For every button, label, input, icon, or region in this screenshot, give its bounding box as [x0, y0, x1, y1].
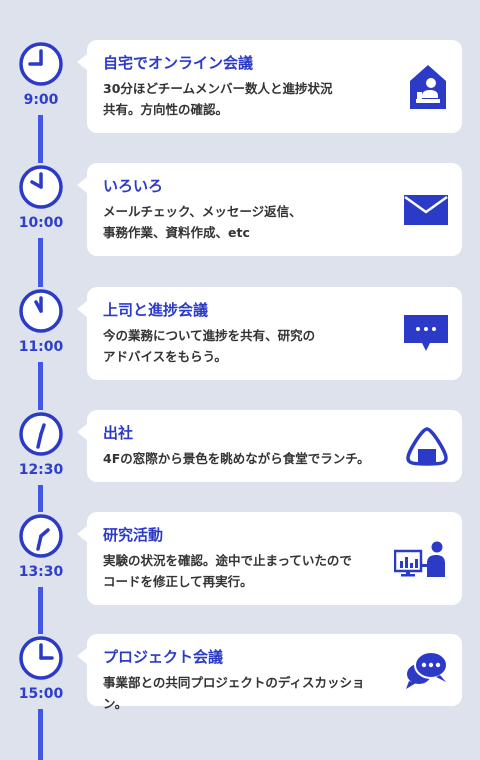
time-marker: 15:00	[17, 634, 65, 709]
time-marker: 12:30	[17, 410, 65, 485]
card-description: 実験の状況を確認。途中で止まっていたので コードを修正して再実行。	[103, 553, 352, 589]
clock-icon	[19, 514, 63, 558]
time-marker: 9:00	[17, 40, 65, 115]
time-label: 13:30	[18, 564, 64, 580]
clock-icon	[19, 165, 63, 209]
schedule-card: 出社 4Fの窓際から景色を眺めながら食堂でランチ。	[77, 410, 462, 482]
time-label: 10:00	[18, 215, 64, 231]
clock-icon	[19, 42, 63, 86]
schedule-card: 上司と進捗会議 今の業務について進捗を共有、研究の アドバイスをもらう。	[77, 287, 462, 380]
mail-icon	[404, 194, 448, 225]
chat-bubble-icon	[404, 314, 448, 353]
clock-icon	[19, 636, 63, 680]
time-marker: 13:30	[17, 512, 65, 587]
chat-bubbles-icon	[404, 650, 448, 690]
card-description: 事業部との共同プロジェクトのディスカッション。	[103, 675, 365, 711]
card-description: 4Fの窓際から景色を眺めながら食堂でランチ。	[103, 451, 370, 466]
card-title: 研究活動	[103, 526, 164, 544]
card-description: 30分ほどチームメンバー数人と進捗状況 共有。方向性の確認。	[103, 81, 333, 117]
card-title: 上司と進捗会議	[103, 301, 209, 319]
card-title: 自宅でオンライン会議	[103, 54, 254, 72]
time-label: 15:00	[18, 686, 64, 702]
clock-icon	[19, 412, 63, 456]
card-title: プロジェクト会議	[103, 648, 224, 666]
time-label: 12:30	[18, 462, 64, 478]
schedule-card: 研究活動 実験の状況を確認。途中で止まっていたので コードを修正して再実行。	[77, 512, 462, 605]
card-title: 出社	[103, 424, 134, 442]
time-label: 9:00	[23, 92, 59, 108]
card-title: いろいろ	[103, 177, 164, 195]
clock-icon	[19, 289, 63, 333]
desk-monitor-icon	[394, 541, 448, 577]
schedule-card: いろいろ メールチェック、メッセージ返信、 事務作業、資料作成、etc	[77, 163, 462, 256]
time-label: 11:00	[18, 339, 64, 355]
card-description: メールチェック、メッセージ返信、 事務作業、資料作成、etc	[103, 204, 302, 240]
schedule-card: 自宅でオンライン会議 30分ほどチームメンバー数人と進捗状況 共有。方向性の確認…	[77, 40, 462, 133]
schedule-card: プロジェクト会議 事業部との共同プロジェクトのディスカッション。	[77, 634, 462, 711]
card-description: 今の業務について進捗を共有、研究の アドバイスをもらう。	[103, 328, 316, 364]
onigiri-icon	[406, 426, 448, 466]
time-marker: 11:00	[17, 287, 65, 362]
time-marker: 10:00	[17, 163, 65, 238]
home-work-icon	[408, 63, 448, 111]
